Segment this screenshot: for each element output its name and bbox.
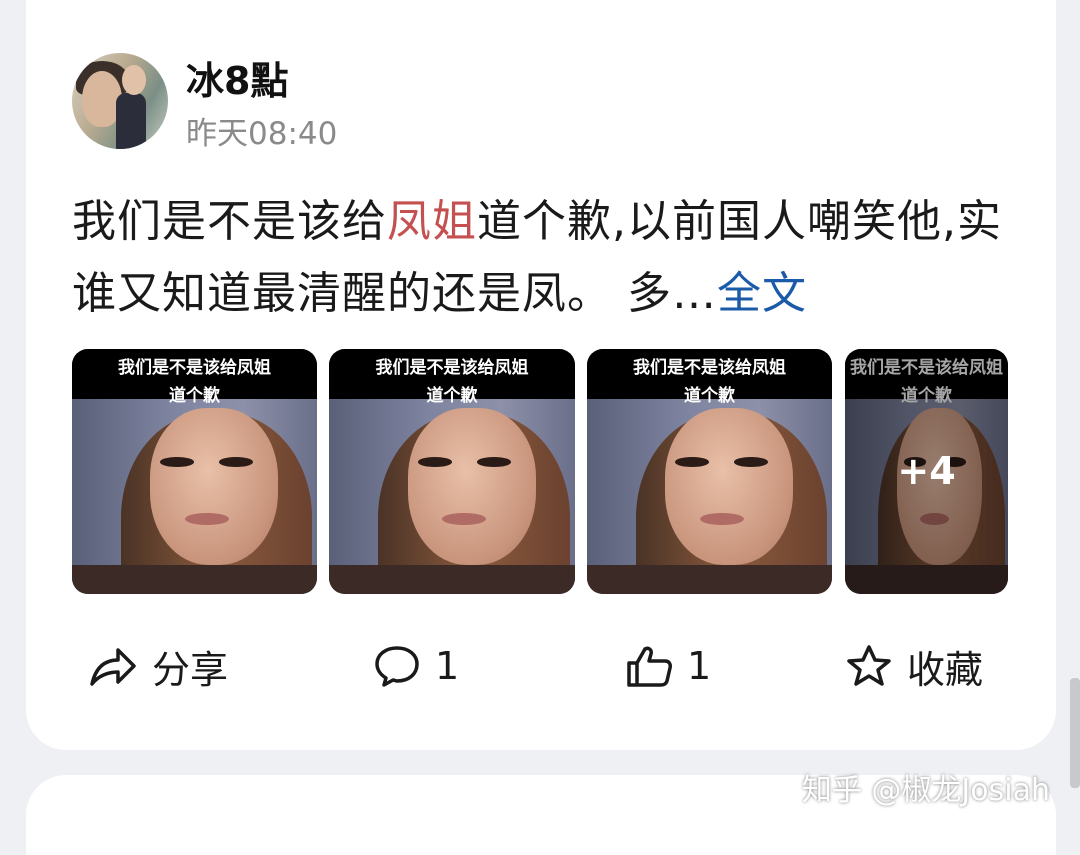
image-caption-line2: 道个歉 xyxy=(426,386,478,406)
image-caption-line2: 道个歉 xyxy=(169,386,220,406)
author-name[interactable]: 冰8點 xyxy=(186,50,288,105)
avatar[interactable] xyxy=(72,53,168,149)
highlight-keyword[interactable]: 凤姐 xyxy=(387,196,477,247)
like-button[interactable]: 1 xyxy=(625,636,711,696)
comment-icon xyxy=(373,644,421,688)
image-thumbnail-1[interactable]: 我们是不是该给凤姐 道个歉 xyxy=(72,349,317,594)
comment-button[interactable]: 1 xyxy=(373,636,459,696)
thumbs-up-icon xyxy=(625,643,673,689)
image-thumbnail-more[interactable]: 我们是不是该给凤姐 道个歉 +4 xyxy=(845,349,1008,594)
favorite-label: 收藏 xyxy=(907,647,984,692)
read-more-link[interactable]: 全文 xyxy=(717,268,807,319)
comment-count: 1 xyxy=(435,644,460,688)
post-text-part1: 我们是不是该给 xyxy=(72,196,387,247)
image-caption-line1: 我们是不是该给凤姐 xyxy=(633,358,786,378)
favorite-button[interactable]: 收藏 xyxy=(845,636,983,696)
image-caption-line1: 我们是不是该给凤姐 xyxy=(118,358,271,378)
watermark: 知乎 @椒龙Josiah xyxy=(801,773,1050,808)
share-icon xyxy=(88,644,138,688)
image-caption-line1: 我们是不是该给凤姐 xyxy=(375,358,529,378)
share-button[interactable]: 分享 xyxy=(88,636,228,696)
like-count: 1 xyxy=(687,644,712,688)
scrollbar[interactable] xyxy=(1070,678,1080,788)
image-thumbnail-3[interactable]: 我们是不是该给凤姐 道个歉 xyxy=(587,349,832,594)
image-thumbnail-2[interactable]: 我们是不是该给凤姐 道个歉 xyxy=(329,349,575,594)
share-label: 分享 xyxy=(152,647,229,692)
more-images-count: +4 xyxy=(897,449,956,493)
star-icon xyxy=(845,643,893,689)
post-time: 昨天08:40 xyxy=(186,116,338,152)
post-body[interactable]: 我们是不是该给凤姐道个歉,以前国人嘲笑他,实谁又知道最清醒的还是凤。 多…全文 xyxy=(72,186,1012,330)
image-caption-line2: 道个歉 xyxy=(684,386,735,406)
